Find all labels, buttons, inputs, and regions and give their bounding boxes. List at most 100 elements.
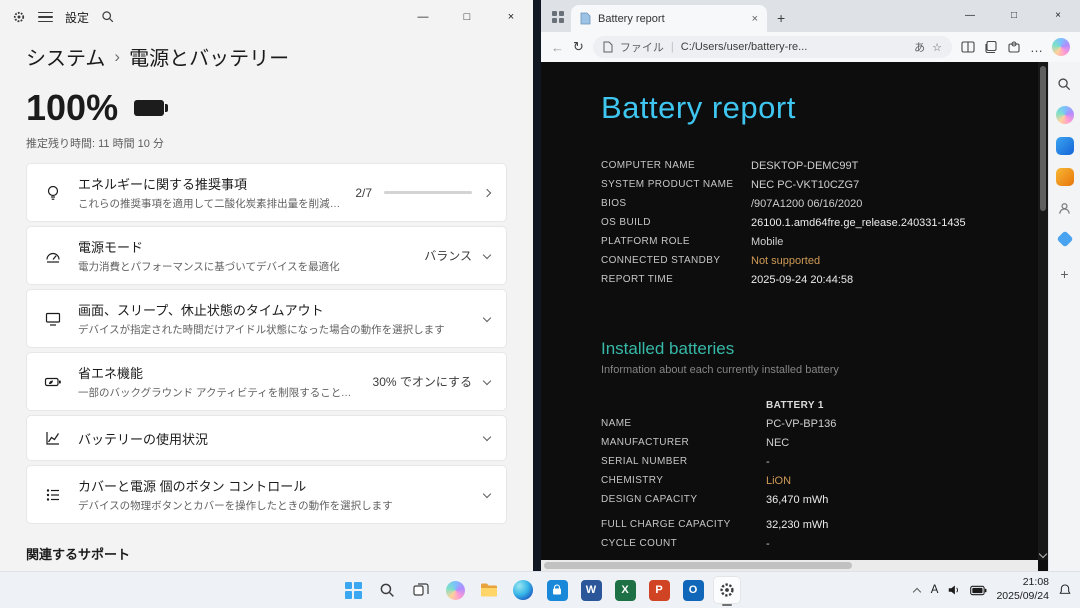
sidebar-designer-icon[interactable] xyxy=(1055,136,1075,156)
translate-icon[interactable]: あ xyxy=(914,39,925,55)
card-battery-usage[interactable]: バッテリーの使用状況 xyxy=(26,415,507,461)
installed-batteries-heading: Installed batteries xyxy=(601,339,1022,359)
card-energy-recommendations[interactable]: エネルギーに関する推奨事項 これらの推奨事項を適用して二酸化炭素排出量を削減する… xyxy=(26,163,507,222)
excel-icon[interactable]: X xyxy=(611,576,639,604)
taskbar: W X P O A 21:08 2025/09/24 xyxy=(0,571,1080,608)
table-row: DESIGN CAPACITY36,470 mWh xyxy=(601,490,1022,509)
store-icon[interactable] xyxy=(543,576,571,604)
table-row: CYCLE COUNT- xyxy=(601,534,1022,553)
refresh-icon[interactable]: ↻ xyxy=(573,39,584,55)
copilot-icon[interactable] xyxy=(1052,38,1070,56)
back-icon[interactable]: ← xyxy=(551,40,564,55)
battery-report: Battery report COMPUTER NAMEDESKTOP-DEMC… xyxy=(601,90,1022,553)
sidebar-search-icon[interactable] xyxy=(1055,74,1075,94)
taskbar-search-icon[interactable] xyxy=(373,576,401,604)
edge-sidebar: + xyxy=(1048,62,1080,571)
horizontal-scrollbar[interactable] xyxy=(541,560,1038,571)
lightbulb-icon xyxy=(43,184,63,202)
vertical-scrollbar[interactable] xyxy=(1038,62,1048,560)
system-info-table: COMPUTER NAMEDESKTOP-DEMC99T SYSTEM PROD… xyxy=(601,156,1022,289)
sidebar-copilot-icon[interactable] xyxy=(1055,105,1075,125)
close-button[interactable]: × xyxy=(1036,0,1080,30)
card-power-mode[interactable]: 電源モード 電力消費とパフォーマンスに基づいてデバイスを最適化 バランス xyxy=(26,226,507,285)
table-row: PLATFORM ROLEMobile xyxy=(601,232,1022,251)
new-tab-button[interactable]: + xyxy=(777,10,785,26)
chart-icon xyxy=(43,429,63,447)
tab-close-icon[interactable]: × xyxy=(752,13,758,25)
table-row: BIOS/907A1200 06/16/2020 xyxy=(601,194,1022,213)
card-energy-saver[interactable]: 省エネ機能 一部のバックグラウンド アクティビティを制限することで、電力消費を削… xyxy=(26,352,507,411)
settings-taskbar-icon[interactable] xyxy=(713,576,741,604)
tab-battery-report[interactable]: Battery report × xyxy=(571,5,767,32)
battery-info-table: BATTERY 1 NAMEPC-VP-BP136 MANUFACTURERNE… xyxy=(601,396,1022,553)
more-menu-icon[interactable]: … xyxy=(1030,40,1043,55)
battery-report-page: Battery report COMPUTER NAMEDESKTOP-DEMC… xyxy=(541,62,1048,571)
word-icon[interactable]: W xyxy=(577,576,605,604)
edge-icon[interactable] xyxy=(509,576,537,604)
breadcrumb-system[interactable]: システム xyxy=(26,42,105,71)
edge-toolbar: ← ↻ ファイル | C:/Users/user/battery-re... あ… xyxy=(541,32,1080,62)
battery-column-header: BATTERY 1 xyxy=(766,400,824,411)
settings-titlebar: 設定 — □ × xyxy=(0,0,533,34)
related-support-header: 関連するサポート xyxy=(26,544,507,563)
search-icon[interactable] xyxy=(101,10,115,24)
maximize-button[interactable]: □ xyxy=(445,0,489,34)
extensions-icon[interactable] xyxy=(1007,40,1021,54)
settings-content: システム › 電源とバッテリー 100% 推定残り時間: 11 時間 10 分 … xyxy=(0,42,533,571)
monitor-icon xyxy=(43,310,63,328)
breadcrumb: システム › 電源とバッテリー xyxy=(26,42,507,71)
table-row: SERIAL NUMBER- xyxy=(601,452,1022,471)
scrollbar-thumb[interactable] xyxy=(544,562,852,569)
sidebar-people-icon[interactable] xyxy=(1055,198,1075,218)
tray-battery-icon[interactable] xyxy=(970,585,987,596)
address-url[interactable]: C:/Users/user/battery-re... xyxy=(681,41,907,53)
battery-percent: 100% xyxy=(26,87,118,129)
tab-actions-icon[interactable] xyxy=(549,8,567,26)
collections-icon[interactable] xyxy=(984,40,998,54)
maximize-button[interactable]: □ xyxy=(992,0,1036,30)
card-title: 電源モード xyxy=(78,237,409,256)
powerpoint-icon[interactable]: P xyxy=(645,576,673,604)
sidebar-shopping-icon[interactable] xyxy=(1055,167,1075,187)
outlook-icon[interactable]: O xyxy=(679,576,707,604)
chevron-right-icon xyxy=(483,188,491,196)
card-title: カバーと電源 個のボタン コントロール xyxy=(78,476,469,495)
power-mode-value[interactable]: バランス xyxy=(424,247,472,264)
sidebar-drop-icon[interactable] xyxy=(1055,229,1075,249)
card-title: エネルギーに関する推奨事項 xyxy=(78,174,340,193)
table-header-row: BATTERY 1 xyxy=(601,396,1022,414)
favorite-star-icon[interactable]: ☆ xyxy=(932,41,942,54)
menu-icon[interactable] xyxy=(38,12,53,23)
close-button[interactable]: × xyxy=(489,0,533,34)
scroll-down-icon[interactable] xyxy=(1039,550,1047,558)
file-explorer-icon[interactable] xyxy=(475,576,503,604)
clock[interactable]: 21:08 2025/09/24 xyxy=(996,576,1049,603)
card-subtitle: 電力消費とパフォーマンスに基づいてデバイスを最適化 xyxy=(78,259,409,274)
task-view-icon[interactable] xyxy=(407,576,435,604)
breadcrumb-separator-icon: › xyxy=(114,47,120,67)
volume-icon[interactable] xyxy=(947,583,961,597)
card-screen-sleep-timeouts[interactable]: 画面、スリープ、休止状態のタイムアウト デバイスが指定された時間だけアイドル状態… xyxy=(26,289,507,348)
start-button[interactable] xyxy=(339,576,367,604)
scrollbar-thumb[interactable] xyxy=(1040,66,1046,211)
table-row: FULL CHARGE CAPACITY32,230 mWh xyxy=(601,515,1022,534)
energy-saver-value[interactable]: 30% でオンにする xyxy=(373,373,472,390)
notification-bell-icon[interactable] xyxy=(1058,583,1072,597)
table-row: OS BUILD26100.1.amd64fre.ge_release.2403… xyxy=(601,213,1022,232)
card-lid-power-buttons[interactable]: カバーと電源 個のボタン コントロール デバイスの物理ボタンとカバーを操作したと… xyxy=(26,465,507,524)
report-title: Battery report xyxy=(601,90,1022,126)
taskbar-copilot-icon[interactable] xyxy=(441,576,469,604)
card-subtitle: 一部のバックグラウンド アクティビティを制限することで、電力消費を削減し、バッテ… xyxy=(78,385,358,400)
address-divider: | xyxy=(671,41,674,53)
address-bar[interactable]: ファイル | C:/Users/user/battery-re... あ ☆ xyxy=(593,36,952,58)
page-title: 電源とバッテリー xyxy=(129,42,289,71)
system-tray: A 21:08 2025/09/24 xyxy=(914,572,1072,608)
battery-remaining: 推定残り時間: 11 時間 10 分 xyxy=(26,135,507,151)
recommendation-count: 2/7 xyxy=(355,186,372,200)
ime-indicator[interactable]: A xyxy=(931,584,939,596)
sidebar-add-icon[interactable]: + xyxy=(1060,266,1068,282)
minimize-button[interactable]: — xyxy=(948,0,992,30)
tray-expand-icon[interactable] xyxy=(913,587,921,595)
split-screen-icon[interactable] xyxy=(961,40,975,54)
minimize-button[interactable]: — xyxy=(401,0,445,34)
